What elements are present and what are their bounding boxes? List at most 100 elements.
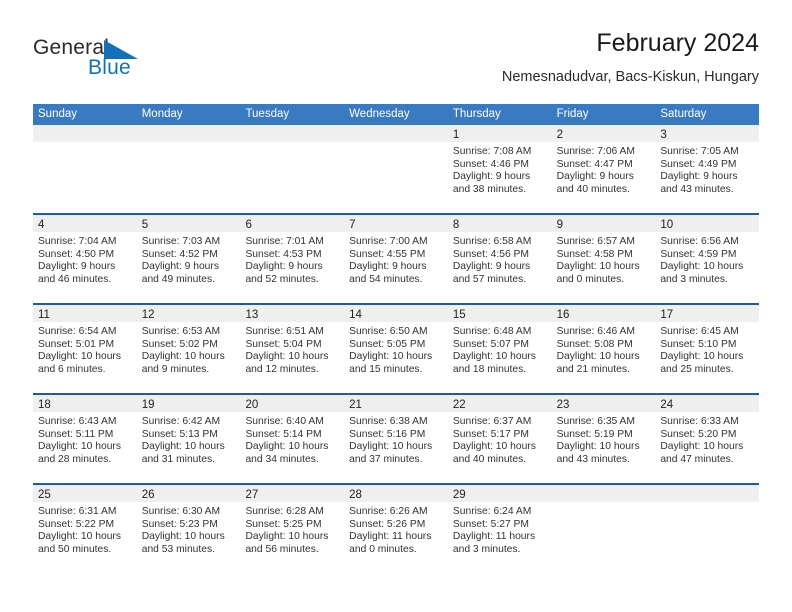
calendar-day-cell[interactable]: 24 Sunrise: 6:33 AM Sunset: 5:20 PM Dayligh… bbox=[655, 395, 760, 483]
calendar-day-cell-empty bbox=[344, 125, 448, 213]
calendar-day-cell[interactable]: 10 Sunrise: 6:56 AM Sunset: 4:59 PM Dayligh… bbox=[655, 215, 760, 303]
sunrise-text: Sunrise: 7:03 AM bbox=[141, 236, 221, 247]
daylight-text-line1: Daylight: 10 hours bbox=[245, 441, 329, 453]
daylight-text-line1: Daylight: 10 hours bbox=[660, 441, 744, 453]
calendar-week-row: 1 Sunrise: 7:08 AM Sunset: 4:46 PM Daylight… bbox=[33, 125, 760, 215]
calendar-day-cell[interactable]: 18 Sunrise: 6:43 AM Sunset: 5:11 PM Dayligh… bbox=[33, 395, 137, 483]
calendar-day-cell[interactable]: 28 Sunrise: 6:26 AM Sunset: 5:26 PM Dayligh… bbox=[344, 485, 448, 575]
calendar-day-cell[interactable]: 27 Sunrise: 6:28 AM Sunset: 5:25 PM Dayligh… bbox=[240, 485, 345, 575]
sunset-text: Sunset: 5:22 PM bbox=[38, 518, 115, 530]
day-number: 4 bbox=[38, 219, 45, 231]
calendar-day-cell[interactable]: 15 Sunrise: 6:48 AM Sunset: 5:07 PM Dayligh… bbox=[447, 305, 552, 393]
calendar-grid: Sunday Monday Tuesday Wednesday Thursday… bbox=[33, 104, 760, 575]
day-number-band: 14 bbox=[344, 305, 448, 322]
daylight-text-line1: Daylight: 10 hours bbox=[141, 441, 225, 453]
daylight-text-line2: and 18 minutes. bbox=[452, 363, 527, 375]
day-detail-lines bbox=[552, 502, 656, 506]
calendar-day-cell[interactable]: 8 Sunrise: 6:58 AM Sunset: 4:56 PM Daylight… bbox=[447, 215, 552, 303]
calendar-day-cell[interactable]: 17 Sunrise: 6:45 AM Sunset: 5:10 PM Dayligh… bbox=[655, 305, 760, 393]
sunrise-text: Sunrise: 6:57 AM bbox=[556, 236, 636, 247]
sunset-text: Sunset: 5:05 PM bbox=[349, 338, 426, 350]
calendar-day-cell[interactable]: 29 Sunrise: 6:24 AM Sunset: 5:27 PM Dayligh… bbox=[447, 485, 552, 575]
day-detail-lines: Sunrise: 6:50 AM Sunset: 5:05 PM Daylight:… bbox=[344, 322, 448, 376]
daylight-text-line2: and 38 minutes. bbox=[452, 183, 527, 195]
sunrise-text: Sunrise: 6:46 AM bbox=[556, 326, 636, 337]
day-number-band: 9 bbox=[551, 215, 656, 232]
day-detail-lines: Sunrise: 6:58 AM Sunset: 4:56 PM Daylight:… bbox=[448, 232, 552, 286]
general-blue-logo: General Blue bbox=[33, 36, 223, 86]
day-number-band bbox=[344, 125, 448, 142]
daylight-text-line2: and 28 minutes. bbox=[38, 453, 112, 465]
calendar-day-cell[interactable]: 2 Sunrise: 7:06 AM Sunset: 4:47 PM Daylight… bbox=[551, 125, 656, 213]
sunrise-text: Sunrise: 7:00 AM bbox=[349, 236, 428, 247]
day-detail-lines: Sunrise: 6:57 AM Sunset: 4:58 PM Daylight:… bbox=[552, 232, 656, 286]
calendar-day-cell[interactable]: 19 Sunrise: 6:42 AM Sunset: 5:13 PM Dayligh… bbox=[136, 395, 241, 483]
daylight-text-line2: and 9 minutes. bbox=[141, 363, 210, 375]
day-detail-lines: Sunrise: 6:26 AM Sunset: 5:26 PM Daylight:… bbox=[344, 502, 448, 556]
day-number: 29 bbox=[452, 489, 466, 501]
day-of-week-header-row: Sunday Monday Tuesday Wednesday Thursday… bbox=[33, 104, 759, 125]
day-number: 15 bbox=[452, 309, 466, 321]
day-number: 3 bbox=[660, 129, 667, 141]
calendar-day-cell-empty bbox=[240, 125, 345, 213]
daylight-text-line1: Daylight: 10 hours bbox=[556, 261, 640, 273]
day-number: 6 bbox=[245, 219, 252, 231]
dow-thursday: Thursday bbox=[452, 108, 501, 120]
calendar-day-cell[interactable]: 14 Sunrise: 6:50 AM Sunset: 5:05 PM Dayligh… bbox=[344, 305, 448, 393]
day-number-band bbox=[33, 125, 137, 142]
day-number: 25 bbox=[38, 489, 51, 501]
daylight-text-line2: and 6 minutes. bbox=[38, 363, 106, 375]
day-number: 11 bbox=[38, 309, 50, 321]
sunset-text: Sunset: 4:52 PM bbox=[141, 248, 218, 260]
calendar-day-cell[interactable]: 20 Sunrise: 6:40 AM Sunset: 5:14 PM Dayligh… bbox=[240, 395, 345, 483]
day-number-band: 27 bbox=[240, 485, 345, 502]
calendar-day-cell[interactable]: 3 Sunrise: 7:05 AM Sunset: 4:49 PM Daylight… bbox=[655, 125, 760, 213]
calendar-day-cell[interactable]: 1 Sunrise: 7:08 AM Sunset: 4:46 PM Daylight… bbox=[447, 125, 552, 213]
logo-text-blue: Blue bbox=[88, 56, 131, 79]
calendar-week-row: 11 Sunrise: 6:54 AM Sunset: 5:01 PM Dayligh… bbox=[33, 305, 760, 395]
calendar-day-cell[interactable]: 22 Sunrise: 6:37 AM Sunset: 5:17 PM Dayligh… bbox=[447, 395, 552, 483]
daylight-text-line1: Daylight: 9 hours bbox=[141, 261, 219, 273]
daylight-text-line2: and 46 minutes. bbox=[38, 273, 112, 285]
day-number: 7 bbox=[349, 219, 356, 231]
calendar-day-cell[interactable]: 16 Sunrise: 6:46 AM Sunset: 5:08 PM Dayligh… bbox=[551, 305, 656, 393]
day-number-band: 16 bbox=[551, 305, 656, 322]
calendar-day-cell[interactable]: 23 Sunrise: 6:35 AM Sunset: 5:19 PM Dayligh… bbox=[551, 395, 656, 483]
day-number: 17 bbox=[660, 309, 674, 321]
calendar-week-row: 18 Sunrise: 6:43 AM Sunset: 5:11 PM Dayligh… bbox=[33, 395, 760, 485]
calendar-day-cell[interactable]: 5 Sunrise: 7:03 AM Sunset: 4:52 PM Daylight… bbox=[136, 215, 241, 303]
day-detail-lines bbox=[344, 142, 448, 146]
calendar-day-cell[interactable]: 12 Sunrise: 6:53 AM Sunset: 5:02 PM Dayligh… bbox=[136, 305, 241, 393]
calendar-day-cell-empty bbox=[33, 125, 137, 213]
daylight-text-line2: and 12 minutes. bbox=[245, 363, 319, 375]
day-number-band: 11 bbox=[33, 305, 137, 322]
calendar-week-row: 4 Sunrise: 7:04 AM Sunset: 4:50 PM Daylight… bbox=[33, 215, 760, 305]
calendar-day-cell[interactable]: 7 Sunrise: 7:00 AM Sunset: 4:55 PM Daylight… bbox=[344, 215, 448, 303]
calendar-day-cell[interactable]: 11 Sunrise: 6:54 AM Sunset: 5:01 PM Dayligh… bbox=[33, 305, 137, 393]
daylight-text-line2: and 25 minutes. bbox=[660, 363, 734, 375]
day-number: 8 bbox=[452, 219, 460, 231]
sunrise-text: Sunrise: 7:05 AM bbox=[660, 146, 739, 157]
calendar-day-cell[interactable]: 21 Sunrise: 6:38 AM Sunset: 5:16 PM Dayligh… bbox=[344, 395, 448, 483]
calendar-day-cell[interactable]: 25 Sunrise: 6:31 AM Sunset: 5:22 PM Dayligh… bbox=[33, 485, 137, 575]
sunset-text: Sunset: 4:47 PM bbox=[556, 158, 633, 170]
calendar-weeks: 1 Sunrise: 7:08 AM Sunset: 4:46 PM Daylight… bbox=[33, 125, 760, 575]
day-number: 13 bbox=[245, 309, 259, 321]
daylight-text-line1: Daylight: 10 hours bbox=[38, 351, 121, 363]
calendar-day-cell[interactable]: 13 Sunrise: 6:51 AM Sunset: 5:04 PM Dayligh… bbox=[240, 305, 345, 393]
daylight-text-line2: and 15 minutes. bbox=[349, 363, 423, 375]
day-number: 1 bbox=[452, 129, 460, 141]
calendar-day-cell-empty bbox=[551, 485, 656, 575]
sunset-text: Sunset: 5:07 PM bbox=[452, 338, 530, 350]
daylight-text-line1: Daylight: 9 hours bbox=[660, 171, 738, 183]
daylight-text-line2: and 3 minutes. bbox=[452, 543, 521, 555]
calendar-day-cell[interactable]: 9 Sunrise: 6:57 AM Sunset: 4:58 PM Daylight… bbox=[551, 215, 656, 303]
day-number-band: 21 bbox=[344, 395, 448, 412]
daylight-text-line1: Daylight: 10 hours bbox=[660, 351, 744, 363]
calendar-day-cell[interactable]: 26 Sunrise: 6:30 AM Sunset: 5:23 PM Dayligh… bbox=[136, 485, 241, 575]
calendar-day-cell[interactable]: 4 Sunrise: 7:04 AM Sunset: 4:50 PM Daylight… bbox=[33, 215, 137, 303]
calendar-day-cell[interactable]: 6 Sunrise: 7:01 AM Sunset: 4:53 PM Daylight… bbox=[240, 215, 345, 303]
day-detail-lines: Sunrise: 6:31 AM Sunset: 5:22 PM Daylight:… bbox=[33, 502, 137, 556]
daylight-text-line1: Daylight: 9 hours bbox=[349, 261, 427, 273]
sunrise-text: Sunrise: 6:45 AM bbox=[660, 326, 739, 337]
